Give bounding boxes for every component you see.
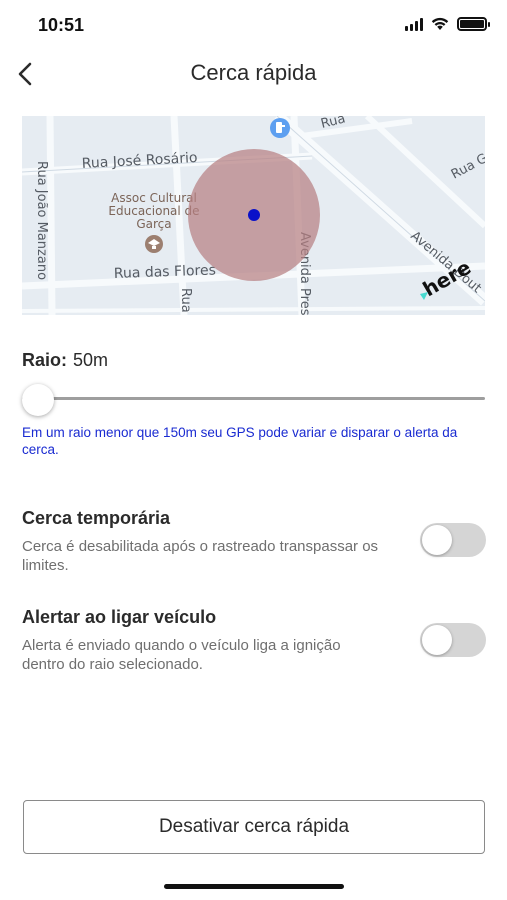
radius-hint: Em um raio menor que 150m seu GPS pode v… (22, 425, 458, 457)
header: Cerca rápida (0, 52, 507, 96)
radius-label: Raio: (22, 350, 67, 370)
home-indicator (164, 884, 344, 889)
setting-ignition-alert: Alertar ao ligar veículo Alerta é enviad… (22, 607, 492, 674)
setting-title: Alertar ao ligar veículo (22, 607, 217, 627)
street-label: Rua João Manzano (34, 161, 49, 280)
ignition-alert-toggle[interactable] (420, 623, 486, 657)
map-canvas: Rua Rua José Rosário Rua João Manzano Ru… (22, 116, 485, 315)
geofence-center-dot (248, 209, 260, 221)
setting-description: Cerca é desabilitada após o rastreado tr… (22, 538, 379, 574)
radius-slider[interactable] (22, 382, 485, 416)
battery-icon (457, 16, 490, 31)
poi-school-icon (145, 235, 163, 253)
fuel-station-icon (270, 118, 290, 138)
setting-temporary-fence: Cerca temporária Cerca é desabilitada ap… (22, 508, 492, 575)
slider-track (22, 397, 485, 400)
status-bar: 10:51 (0, 0, 507, 52)
wifi-icon (431, 17, 449, 30)
radius-row: Raio: 50m (22, 350, 108, 371)
map-view[interactable]: Rua Rua José Rosário Rua João Manzano Ru… (22, 116, 485, 315)
poi-label: Educacional de (108, 204, 199, 218)
status-time: 10:51 (38, 15, 85, 35)
slider-thumb[interactable] (22, 384, 54, 416)
deactivate-fence-button[interactable]: Desativar cerca rápida (23, 800, 485, 854)
street-label: Rua (178, 288, 193, 313)
poi-label: Garça (136, 217, 171, 231)
setting-title: Cerca temporária (22, 508, 171, 528)
radius-value: 50m (73, 350, 109, 370)
toggle-knob (422, 625, 452, 655)
setting-description: Alerta é enviado quando o veículo liga a… (22, 637, 341, 673)
page-title: Cerca rápida (190, 60, 317, 85)
status-icons (405, 16, 490, 31)
poi-label: Assoc Cultural (111, 191, 197, 205)
toggle-knob (422, 525, 452, 555)
signal-bars-icon (405, 17, 423, 31)
temporary-fence-toggle[interactable] (420, 523, 486, 557)
